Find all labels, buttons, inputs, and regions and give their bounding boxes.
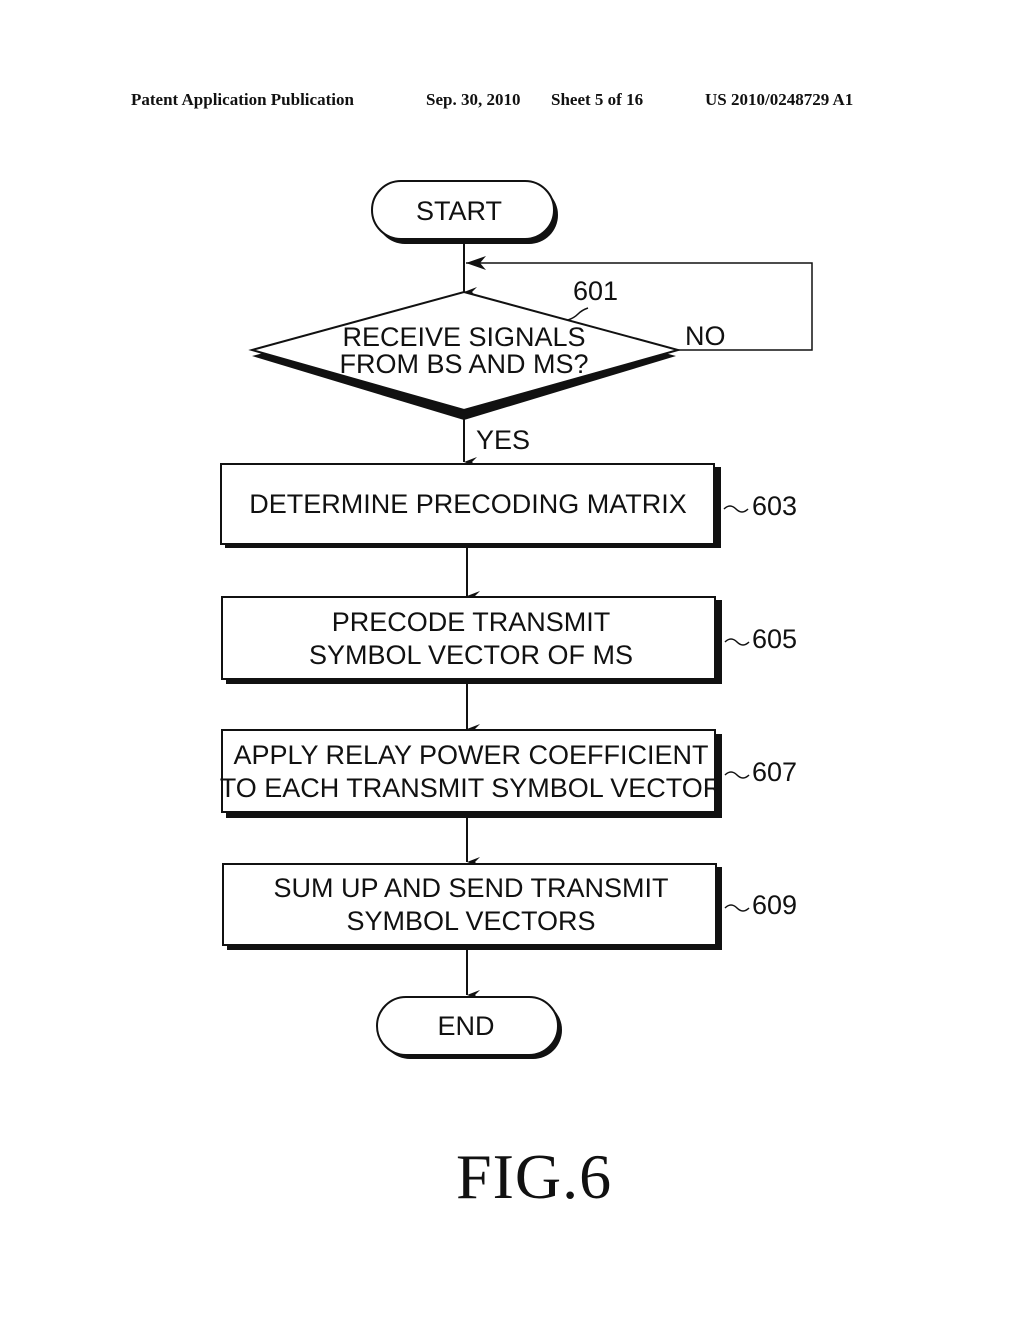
decision-line-1: RECEIVE SIGNALS: [342, 322, 585, 352]
ref-605: 605: [752, 624, 797, 654]
step-605-line-2: SYMBOL VECTOR OF MS: [309, 640, 633, 670]
step-609-box: SUM UP AND SEND TRANSMIT SYMBOL VECTORS: [222, 863, 722, 950]
step-605-box: PRECODE TRANSMIT SYMBOL VECTOR OF MS: [221, 596, 722, 684]
ref-605-leader: [724, 638, 750, 646]
step-609-line-1: SUM UP AND SEND TRANSMIT: [273, 873, 668, 903]
ref-601-leader: [567, 307, 589, 321]
step-607-line-2: TO EACH TRANSMIT SYMBOL VECTOR: [220, 773, 723, 803]
yes-label: YES: [476, 425, 530, 455]
decision-line-2: FROM BS AND MS?: [339, 349, 588, 379]
ref-607-leader: [724, 771, 750, 779]
end-terminal: END: [376, 996, 562, 1059]
ref-603-leader: [723, 505, 749, 513]
step-607-box: APPLY RELAY POWER COEFFICIENT TO EACH TR…: [220, 729, 723, 818]
ref-609-leader: [724, 904, 750, 912]
ref-609: 609: [752, 890, 797, 920]
start-label: START: [416, 196, 502, 226]
step-605-line-1: PRECODE TRANSMIT: [332, 607, 611, 637]
end-label: END: [437, 1011, 494, 1041]
ref-603: 603: [752, 491, 797, 521]
start-terminal: START: [371, 180, 558, 244]
flowchart: START RECEIVE SIGNALS FROM BS AND MS? 60…: [220, 180, 813, 1059]
step-603-line-1: DETERMINE PRECODING MATRIX: [249, 489, 687, 519]
ref-601: 601: [573, 276, 618, 306]
step-607-line-1: APPLY RELAY POWER COEFFICIENT: [233, 740, 708, 770]
figure-label: FIG.6: [456, 1141, 613, 1212]
decision-diamond: RECEIVE SIGNALS FROM BS AND MS?: [248, 290, 682, 420]
step-609-line-2: SYMBOL VECTORS: [346, 906, 595, 936]
no-label: NO: [685, 321, 726, 351]
ref-607: 607: [752, 757, 797, 787]
step-603-box: DETERMINE PRECODING MATRIX: [220, 463, 721, 548]
